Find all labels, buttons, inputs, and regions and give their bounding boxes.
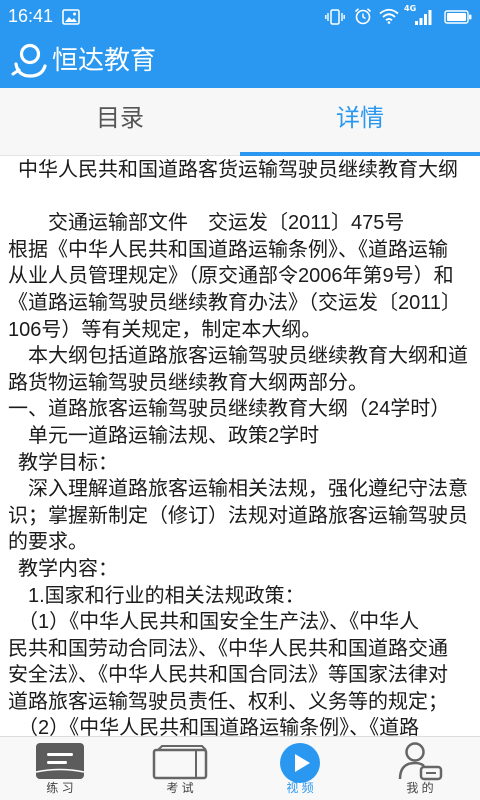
document-line: 本大纲包括道路旅客运输驾驶员继续教育大纲和道 — [28, 345, 468, 368]
vibrate-icon — [325, 9, 345, 25]
document-line: 1.国家和行业的相关法规政策： — [28, 584, 305, 607]
document-line: 一、道路旅客运输驾驶员继续教育大纲（24学时） — [8, 398, 451, 421]
status-time: 16:41 — [8, 6, 54, 26]
nav-video[interactable]: 视 频 — [240, 737, 360, 800]
tab-bar: 目录 详情 — [0, 88, 480, 156]
nav-exam[interactable]: 考 试 — [120, 737, 240, 800]
document-title: 中华人民共和国道路客货运输驾驶员继续教育大纲 — [18, 159, 458, 181]
document-line: 根据《中华人民共和国道路运输条例》、《道路运输 — [8, 238, 448, 261]
exam-card-icon — [152, 745, 208, 780]
tab-catalog[interactable]: 目录 — [0, 88, 240, 155]
document-content[interactable]: 中华人民共和国道路客货运输驾驶员继续教育大纲 交通运输部文件 交运发〔2011〕… — [0, 156, 480, 736]
document-line: （2）《中华人民共和国道路运输条例》、《道路 — [18, 717, 420, 736]
gallery-icon — [62, 9, 80, 25]
document-line: 安全法》、《中华人民共和国合同法》等国家法律对 — [8, 664, 448, 687]
document-line: 从业人员管理规定》（原交通部令2006年第9号）和 — [8, 265, 454, 288]
nav-practice[interactable]: 练 习 — [0, 737, 120, 800]
app-title: 恒达教育 — [52, 45, 157, 75]
document-line: 交通运输部文件 交运发〔2011〕475号 — [48, 212, 405, 235]
document-line: 民共和国劳动合同法》、《中华人民共和国道路交通 — [8, 637, 448, 660]
document-line: 106号）等有关规定，制定本大纲。 — [8, 318, 322, 341]
app-bar: 恒达教育 — [0, 33, 480, 88]
nav-profile[interactable]: 我 的 — [360, 737, 480, 800]
document-line: 道路旅客运输驾驶员责任、权利、义务等的规定； — [8, 690, 448, 713]
nav-label-exam: 考 试 — [166, 781, 194, 795]
nav-label-practice: 练 习 — [46, 781, 74, 795]
document-line: 路货物运输驾驶员继续教育大纲两部分。 — [8, 371, 368, 394]
status-bar: 16:41 4G — [0, 0, 480, 33]
logo-icon — [11, 43, 47, 78]
document-line: 《道路运输驾驶员继续教育办法》（交运发〔2011〕 — [8, 291, 462, 314]
bottom-nav: 练 习 考 试 视 频 我 的 — [0, 736, 480, 800]
tab-label-details: 详情 — [336, 105, 384, 132]
document-line: （1）《中华人民共和国安全生产法》、《中华人 — [18, 611, 420, 634]
signal-icon — [415, 10, 432, 25]
wifi-icon — [379, 8, 399, 24]
document-line: 教学内容： — [18, 557, 118, 580]
alarm-icon — [354, 8, 372, 25]
document-line: 深入理解道路旅客运输相关法规，强化遵纪守法意 — [28, 478, 468, 501]
document-line: 识；掌握新制定（修订）法规对道路旅客运输驾驶员 — [8, 504, 468, 527]
nav-label-video: 视 频 — [286, 781, 314, 795]
notebook-icon — [35, 743, 85, 779]
document-line: 单元一道路运输法规、政策2学时 — [28, 424, 320, 447]
tab-label-catalog: 目录 — [96, 105, 144, 132]
tab-details[interactable]: 详情 — [240, 88, 480, 156]
document-line: 的要求。 — [8, 531, 88, 554]
document-line: 教学目标： — [18, 451, 118, 474]
user-profile-icon — [398, 742, 443, 781]
nav-label-profile: 我 的 — [406, 781, 434, 795]
play-icon — [280, 743, 320, 783]
battery-icon — [444, 10, 472, 24]
